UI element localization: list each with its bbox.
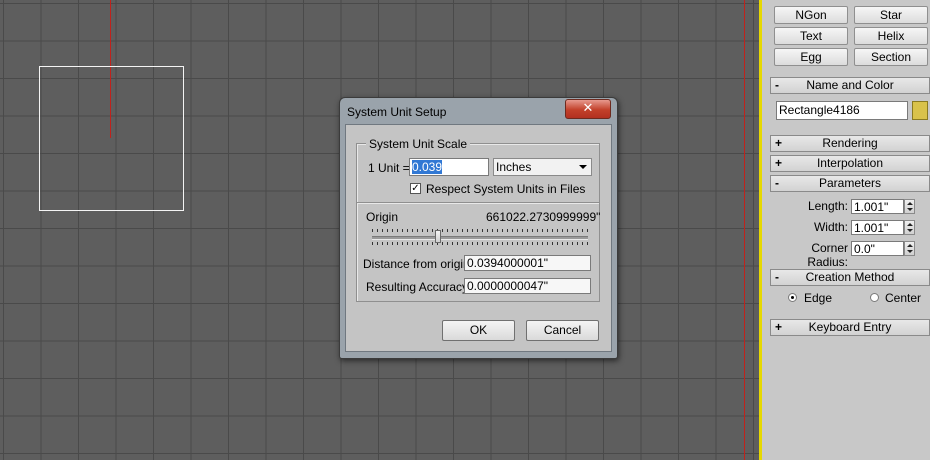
length-label: Length: [807,199,848,213]
rollout-toggle-icon: + [775,320,783,334]
origin-value: 661022.2730999999" [486,210,601,224]
rollout-interpolation[interactable]: + Interpolation [770,155,930,172]
center-label[interactable]: Center [885,291,921,305]
unit-label: 1 Unit = [368,161,410,175]
respect-units-checkbox[interactable]: ✓ [410,183,421,194]
corner-radius-field[interactable]: 0.0" [851,241,904,256]
rectangle-shape[interactable] [39,66,184,211]
accuracy-label: Resulting Accuracy: [366,280,472,294]
close-button[interactable]: ✕ [565,99,611,119]
rollout-label: Keyboard Entry [808,320,892,334]
width-label: Width: [813,220,848,234]
corner-radius-spinner[interactable] [904,241,915,256]
helix-button[interactable]: Helix [854,27,928,45]
edge-label[interactable]: Edge [804,291,832,305]
text-button[interactable]: Text [774,27,848,45]
unit-type-value: Inches [496,160,532,174]
distance-field: 0.0394000001" [464,255,591,271]
rollout-toggle-icon: + [775,156,783,170]
width-spinner[interactable] [904,220,915,235]
slider-track [372,236,588,240]
rollout-label: Interpolation [816,156,884,170]
respect-units-label[interactable]: Respect System Units in Files [426,182,585,196]
slider-ticks-bottom [372,242,588,245]
edge-radio[interactable] [788,293,797,302]
unit-type-select[interactable]: Inches [493,158,592,176]
rollout-creation-method[interactable]: - Creation Method [770,269,930,286]
dialog-title: System Unit Setup [347,105,447,119]
center-radio[interactable] [870,293,879,302]
rollout-rendering[interactable]: + Rendering [770,135,930,152]
rollout-toggle-icon: - [775,78,779,92]
unit-value-input[interactable]: 0.039 [409,158,489,176]
rollout-label: Rendering [822,136,878,150]
accuracy-field: 0.0000000047" [464,278,591,294]
object-name-field[interactable]: Rectangle4186 [776,101,908,120]
dialog-client-area: System Unit Scale 1 Unit = 0.039 Inches … [345,124,612,352]
slider-ticks [372,229,588,232]
rollout-label: Parameters [818,176,882,190]
length-field[interactable]: 1.001" [851,199,904,214]
egg-button[interactable]: Egg [774,48,848,66]
width-field[interactable]: 1.001" [851,220,904,235]
rollout-name-and-color[interactable]: - Name and Color [770,77,930,94]
corner-radius-label: Corner Radius: [807,241,848,269]
origin-slider[interactable] [372,229,588,245]
close-icon: ✕ [582,101,594,116]
cancel-button[interactable]: Cancel [526,320,599,341]
rollout-toggle-icon: - [775,176,779,190]
rollout-toggle-icon: - [775,270,779,284]
system-unit-setup-dialog: System Unit Setup ✕ System Unit Scale 1 … [339,97,618,359]
unit-value-text: 0.039 [412,160,443,174]
command-panel: NGon Star Text Helix Egg Section - Name … [762,0,930,460]
rollout-label: Creation Method [805,270,895,284]
object-color-swatch[interactable] [912,101,928,120]
star-button[interactable]: Star [854,6,928,24]
ok-button[interactable]: OK [442,320,515,341]
chevron-down-icon [579,165,587,169]
origin-label: Origin [366,210,399,224]
rollout-toggle-icon: + [775,136,783,150]
slider-thumb[interactable] [435,230,441,243]
length-spinner[interactable] [904,199,915,214]
system-unit-scale-label: System Unit Scale [366,137,471,151]
section-button[interactable]: Section [854,48,928,66]
rollout-parameters[interactable]: - Parameters [770,175,930,192]
rollout-keyboard-entry[interactable]: + Keyboard Entry [770,319,930,336]
distance-label: Distance from origin: [363,257,474,271]
ngon-button[interactable]: NGon [774,6,848,24]
axis-line-red-right [744,0,745,460]
rollout-label: Name and Color [806,78,894,92]
